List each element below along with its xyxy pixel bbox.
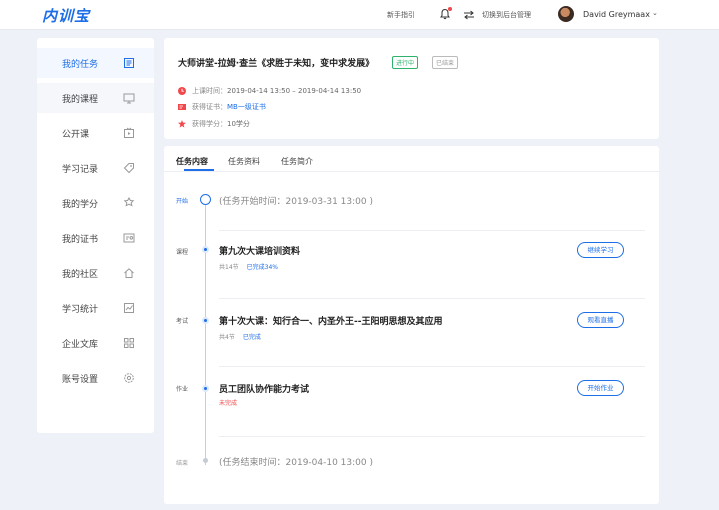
sidebar-item-label: 学习记录	[62, 165, 99, 175]
monitor-icon	[123, 93, 135, 104]
timeline-end-label: 结束	[176, 460, 189, 467]
sidebar-item-label: 账号设置	[62, 375, 99, 385]
task-end-time: (任务结束时间：2019-04-10 13:00 )	[219, 458, 373, 468]
task-type-label: 考试	[176, 318, 189, 325]
award-icon	[178, 120, 186, 128]
sidebar-item-label: 企业文库	[62, 340, 99, 350]
credits-row: 获得学分：10学分	[178, 119, 250, 129]
credits-label: 获得学分：	[192, 120, 227, 128]
task-progress: 已完成	[242, 334, 261, 341]
list-icon	[124, 58, 134, 68]
certificate-value[interactable]: MB一级证书	[227, 103, 266, 111]
divider	[219, 298, 645, 299]
avatar[interactable]	[558, 6, 574, 22]
sidebar-item-label: 学习统计	[62, 305, 99, 315]
gear-icon	[124, 373, 134, 383]
course-info-card: 大师讲堂-拉姆·查兰《求胜于未知，变中求发展》 进行中 已结束 上课时间：201…	[164, 38, 659, 139]
task-content-card: 任务内容 任务资料 任务简介 开始 (任务开始时间：2019-03-31 13:…	[164, 146, 659, 504]
home-icon	[124, 268, 134, 278]
task-start-time: (任务开始时间：2019-03-31 13:00 )	[219, 197, 373, 207]
sidebar-item-library[interactable]: 企业文库	[37, 328, 154, 358]
sidebar-item-my-certificates[interactable]: 我的证书	[37, 223, 154, 253]
status-badge-ended: 已结束	[432, 56, 459, 69]
sidebar-item-study-records[interactable]: 学习记录	[37, 153, 154, 183]
task-progress: 已完成34%	[246, 264, 278, 271]
sidebar-item-study-stats[interactable]: 学习统计	[37, 293, 154, 323]
sidebar: 我的任务 我的课程 公开课 学习记录 我的学分 我的证书 我的社区 学习统计 企…	[37, 38, 154, 433]
class-time-row: 上课时间：2019-04-14 13:50 – 2019-04-14 13:50	[178, 86, 361, 96]
start-homework-button[interactable]: 开始作业	[577, 380, 624, 396]
timeline-line	[205, 202, 206, 465]
notification-dot	[448, 7, 452, 11]
task-status: 未完成	[219, 400, 238, 407]
credits-value: 10学分	[227, 120, 250, 128]
grid-icon	[124, 338, 134, 348]
task-title[interactable]: 第九次大课培训资料	[219, 244, 300, 257]
certificate-icon	[178, 104, 186, 110]
timeline-end-dot	[203, 458, 208, 463]
tab-task-content[interactable]: 任务内容	[176, 156, 208, 167]
divider	[219, 436, 645, 437]
timeline-dot	[202, 317, 209, 324]
status-badge-in-progress: 进行中	[392, 56, 419, 69]
sidebar-item-my-tasks[interactable]: 我的任务	[37, 48, 154, 78]
sidebar-item-my-community[interactable]: 我的社区	[37, 258, 154, 288]
sidebar-item-label: 我的课程	[62, 95, 99, 105]
task-meta: 共4节 已完成	[219, 332, 261, 341]
badge-icon	[123, 197, 135, 207]
class-time-label: 上课时间：	[192, 87, 227, 95]
sidebar-item-label: 我的证书	[62, 235, 99, 245]
divider	[219, 230, 645, 231]
guide-link[interactable]: 新手指引	[387, 10, 415, 20]
sidebar-item-label: 公开课	[62, 130, 90, 140]
timeline-dot	[202, 385, 209, 392]
tab-task-materials[interactable]: 任务资料	[228, 156, 260, 167]
sidebar-item-my-credits[interactable]: 我的学分	[37, 188, 154, 218]
username[interactable]: David Greymaax	[583, 10, 650, 19]
divider	[219, 366, 645, 367]
tag-icon	[123, 163, 134, 174]
clock-icon	[200, 194, 211, 205]
certificate-label: 获得证书：	[192, 103, 227, 111]
certificate-row: 获得证书：MB一级证书	[178, 102, 266, 112]
sidebar-item-label: 我的任务	[62, 60, 99, 70]
certificate-icon	[123, 233, 135, 243]
task-type-label: 课程	[176, 249, 189, 256]
sidebar-item-label: 我的学分	[62, 200, 99, 210]
continue-learning-button[interactable]: 继续学习	[577, 242, 624, 258]
course-title: 大师讲堂-拉姆·查兰《求胜于未知，变中求发展》	[178, 59, 375, 69]
sidebar-item-open-courses[interactable]: 公开课	[37, 118, 154, 148]
sidebar-item-label: 我的社区	[62, 270, 99, 280]
task-lesson-count: 共4节	[219, 334, 235, 341]
task-meta: 共14节 已完成34%	[219, 262, 278, 271]
clock-icon	[178, 87, 186, 95]
switch-admin-link[interactable]: 切换到后台管理	[482, 10, 531, 20]
top-bar: 内训宝 新手指引 切换到后台管理 David Greymaax ⌄	[0, 0, 719, 30]
app-logo[interactable]: 内训宝	[42, 5, 90, 26]
timeline-start-label: 开始	[176, 198, 189, 205]
sidebar-item-account-settings[interactable]: 账号设置	[37, 363, 154, 393]
tab-task-intro[interactable]: 任务简介	[281, 156, 313, 167]
task-title[interactable]: 员工团队协作能力考试	[219, 382, 309, 395]
tab-divider	[164, 171, 659, 172]
chart-icon	[124, 303, 134, 313]
switch-icon[interactable]	[463, 10, 475, 20]
timeline-dot	[202, 246, 209, 253]
sidebar-item-my-courses[interactable]: 我的课程	[37, 83, 154, 113]
play-box-icon	[124, 127, 134, 138]
task-type-label: 作业	[176, 386, 189, 393]
watch-live-button[interactable]: 观看直播	[577, 312, 624, 328]
chevron-down-icon[interactable]: ⌄	[652, 9, 658, 17]
task-lesson-count: 共14节	[219, 264, 239, 271]
class-time-value: 2019-04-14 13:50 – 2019-04-14 13:50	[227, 87, 362, 95]
task-title[interactable]: 第十次大课：知行合一、内圣外王--王阳明思想及其应用	[219, 314, 442, 327]
